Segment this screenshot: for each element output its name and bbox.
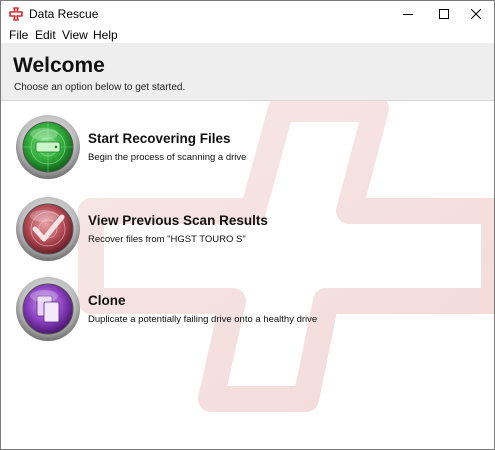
app-window: Data Rescue File Edit View Help Welcome … [0, 0, 495, 450]
view-previous-results-option[interactable]: View Previous Scan Results Recover files… [15, 196, 475, 262]
close-button[interactable] [458, 1, 494, 27]
checkmark-radar-icon [16, 197, 80, 261]
clone-option[interactable]: Clone Duplicate a potentially failing dr… [15, 276, 475, 342]
option-title: Start Recovering Files [88, 131, 231, 146]
minimize-icon [403, 14, 413, 15]
maximize-icon [439, 9, 449, 19]
window-title: Data Rescue [29, 7, 99, 21]
clone-documents-icon [16, 277, 80, 341]
page-subtitle: Choose an option below to get started. [14, 82, 186, 93]
radar-drive-icon [16, 115, 80, 179]
start-recovering-option[interactable]: Start Recovering Files Begin the process… [15, 114, 475, 180]
page-title: Welcome [13, 54, 105, 77]
option-description: Duplicate a potentially failing drive on… [88, 314, 318, 325]
welcome-header: Welcome Choose an option below to get st… [1, 43, 494, 101]
title-bar[interactable]: Data Rescue [1, 1, 494, 27]
option-title: Clone [88, 293, 126, 308]
maximize-button[interactable] [426, 1, 462, 27]
menu-edit[interactable]: Edit [35, 28, 56, 42]
menu-help[interactable]: Help [93, 28, 118, 42]
menu-view[interactable]: View [62, 28, 88, 42]
menu-file[interactable]: File [9, 28, 28, 42]
data-rescue-logo-icon [9, 7, 23, 21]
minimize-button[interactable] [390, 1, 426, 27]
option-description: Begin the process of scanning a drive [88, 152, 247, 163]
option-description: Recover files from "HGST TOURO S" [88, 234, 246, 245]
options-panel: Start Recovering Files Begin the process… [1, 101, 494, 449]
menu-bar: File Edit View Help [1, 27, 494, 43]
close-icon [471, 9, 481, 19]
option-title: View Previous Scan Results [88, 213, 268, 228]
